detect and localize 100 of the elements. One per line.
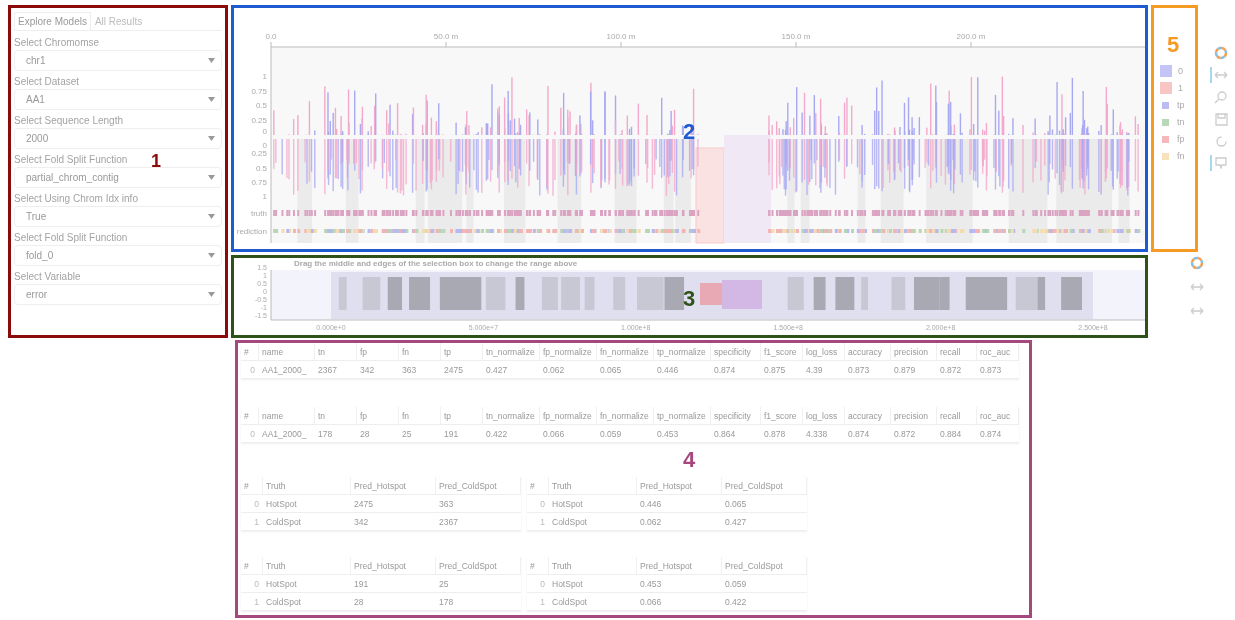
column-header[interactable]: accuracy: [845, 407, 891, 424]
column-header[interactable]: precision: [891, 407, 937, 424]
select-value: True: [26, 211, 47, 222]
table-cell-text: 0.422: [485, 428, 509, 439]
column-header[interactable]: roc_auc: [977, 407, 1019, 424]
column-header[interactable]: name: [259, 343, 315, 360]
column-header[interactable]: Pred_Hotspot: [351, 557, 436, 574]
column-header[interactable]: Truth: [263, 477, 351, 494]
table-cell-text: ColdSpot: [265, 596, 302, 607]
column-header[interactable]: precision: [891, 343, 937, 360]
column-header[interactable]: Pred_ColdSpot: [722, 477, 807, 494]
column-header[interactable]: tp_normalize: [654, 343, 711, 360]
column-header[interactable]: tn: [315, 407, 357, 424]
table-cell-text: 0.446: [656, 364, 680, 375]
column-header[interactable]: roc_auc: [977, 343, 1019, 360]
column-header[interactable]: #: [241, 407, 259, 424]
annotation-number: 3: [683, 288, 696, 310]
row-index: 0: [539, 578, 546, 589]
column-header[interactable]: f1_score: [761, 343, 803, 360]
select-field[interactable]: fold_0: [14, 245, 222, 266]
column-header[interactable]: specificity: [711, 407, 761, 424]
table-cell-text: ColdSpot: [551, 516, 588, 527]
column-header[interactable]: fp: [357, 407, 399, 424]
column-header[interactable]: tp: [441, 343, 483, 360]
column-header[interactable]: f1_score: [761, 407, 803, 424]
zoom-icon[interactable]: [1214, 90, 1228, 104]
column-header[interactable]: Pred_Hotspot: [637, 557, 722, 574]
caret-icon: [208, 136, 215, 141]
table-cell-text: 2475: [443, 364, 464, 375]
select-field[interactable]: chr1: [14, 50, 222, 71]
table-cell-text: 0.065: [599, 364, 623, 375]
table-cell-text: 28: [359, 428, 371, 439]
select-field[interactable]: 2000: [14, 128, 222, 149]
annotation-number: 4: [683, 449, 696, 471]
row-index: 0: [253, 578, 260, 589]
table-cell-text: 0.065: [724, 498, 748, 509]
column-header[interactable]: name: [259, 407, 315, 424]
toolbar-button[interactable]: [1210, 155, 1230, 171]
column-header[interactable]: fp_normalize: [540, 343, 597, 360]
column-header[interactable]: tn_normalize: [483, 343, 540, 360]
column-header[interactable]: fn: [399, 407, 441, 424]
column-header[interactable]: Pred_ColdSpot: [436, 477, 521, 494]
legend-label: 0: [1178, 66, 1183, 76]
legend-label: tp: [1177, 100, 1185, 110]
field-label: Select Using Chrom Idx info: [14, 193, 138, 204]
axis-tick-label: 100.0 m: [606, 32, 636, 41]
column-header[interactable]: Pred_ColdSpot: [722, 557, 807, 574]
table-cell-text: 0.874: [713, 364, 737, 375]
save-icon[interactable]: [1214, 112, 1228, 126]
column-header[interactable]: tp_normalize: [654, 407, 711, 424]
pan-icon[interactable]: [1214, 71, 1228, 79]
axis-label: truth: [251, 209, 267, 218]
column-header[interactable]: Pred_ColdSpot: [436, 557, 521, 574]
table-cell-text: 363: [401, 364, 418, 375]
column-header[interactable]: tp: [441, 407, 483, 424]
column-header[interactable]: #: [241, 477, 263, 494]
column-header[interactable]: Truth: [549, 477, 637, 494]
axis-tick-label: 200.0 m: [956, 32, 986, 41]
column-header[interactable]: #: [527, 557, 549, 574]
column-header[interactable]: specificity: [711, 343, 761, 360]
axis-tick-label: 0.75: [251, 178, 267, 187]
column-header[interactable]: fn_normalize: [597, 343, 654, 360]
toolbar-button[interactable]: [1210, 67, 1230, 83]
caret-icon: [208, 175, 215, 180]
column-header[interactable]: recall: [937, 407, 977, 424]
range-selector-drawing[interactable]: [270, 269, 1145, 321]
column-header[interactable]: Truth: [549, 557, 637, 574]
table-cell-text: 0.879: [893, 364, 917, 375]
select-field[interactable]: AA1: [14, 89, 222, 110]
column-header[interactable]: fp_normalize: [540, 407, 597, 424]
column-header[interactable]: recall: [937, 343, 977, 360]
reset-icon[interactable]: [1214, 134, 1228, 148]
pan-icon[interactable]: [1190, 283, 1204, 291]
pan-icon[interactable]: [1190, 307, 1204, 315]
column-header[interactable]: #: [241, 557, 263, 574]
table-cell-text: 0.059: [599, 428, 623, 439]
column-header[interactable]: accuracy: [845, 343, 891, 360]
select-field[interactable]: error: [14, 284, 222, 305]
tab[interactable]: Explore Models: [14, 12, 91, 30]
column-header[interactable]: log_loss: [803, 343, 845, 360]
axis-tick-label: 0.0: [265, 32, 277, 41]
column-header[interactable]: Pred_Hotspot: [637, 477, 722, 494]
column-header[interactable]: tn: [315, 343, 357, 360]
table-cell-text: 0.878: [763, 428, 787, 439]
column-header[interactable]: tn_normalize: [483, 407, 540, 424]
axis-tick-label: 0.5: [255, 164, 267, 173]
axis-tick-label: 150.0 m: [781, 32, 811, 41]
column-header[interactable]: #: [241, 343, 259, 360]
column-header[interactable]: Truth: [263, 557, 351, 574]
column-header[interactable]: fn: [399, 343, 441, 360]
column-header[interactable]: fn_normalize: [597, 407, 654, 424]
column-header[interactable]: fp: [357, 343, 399, 360]
column-header[interactable]: #: [527, 477, 549, 494]
table-cell-text: 2367: [317, 364, 338, 375]
select-field[interactable]: True: [14, 206, 222, 227]
column-header[interactable]: log_loss: [803, 407, 845, 424]
column-header[interactable]: Pred_Hotspot: [351, 477, 436, 494]
table-cell-text: 0.884: [939, 428, 963, 439]
select-field[interactable]: partial_chrom_contig: [14, 167, 222, 188]
hover-icon[interactable]: [1215, 157, 1227, 169]
